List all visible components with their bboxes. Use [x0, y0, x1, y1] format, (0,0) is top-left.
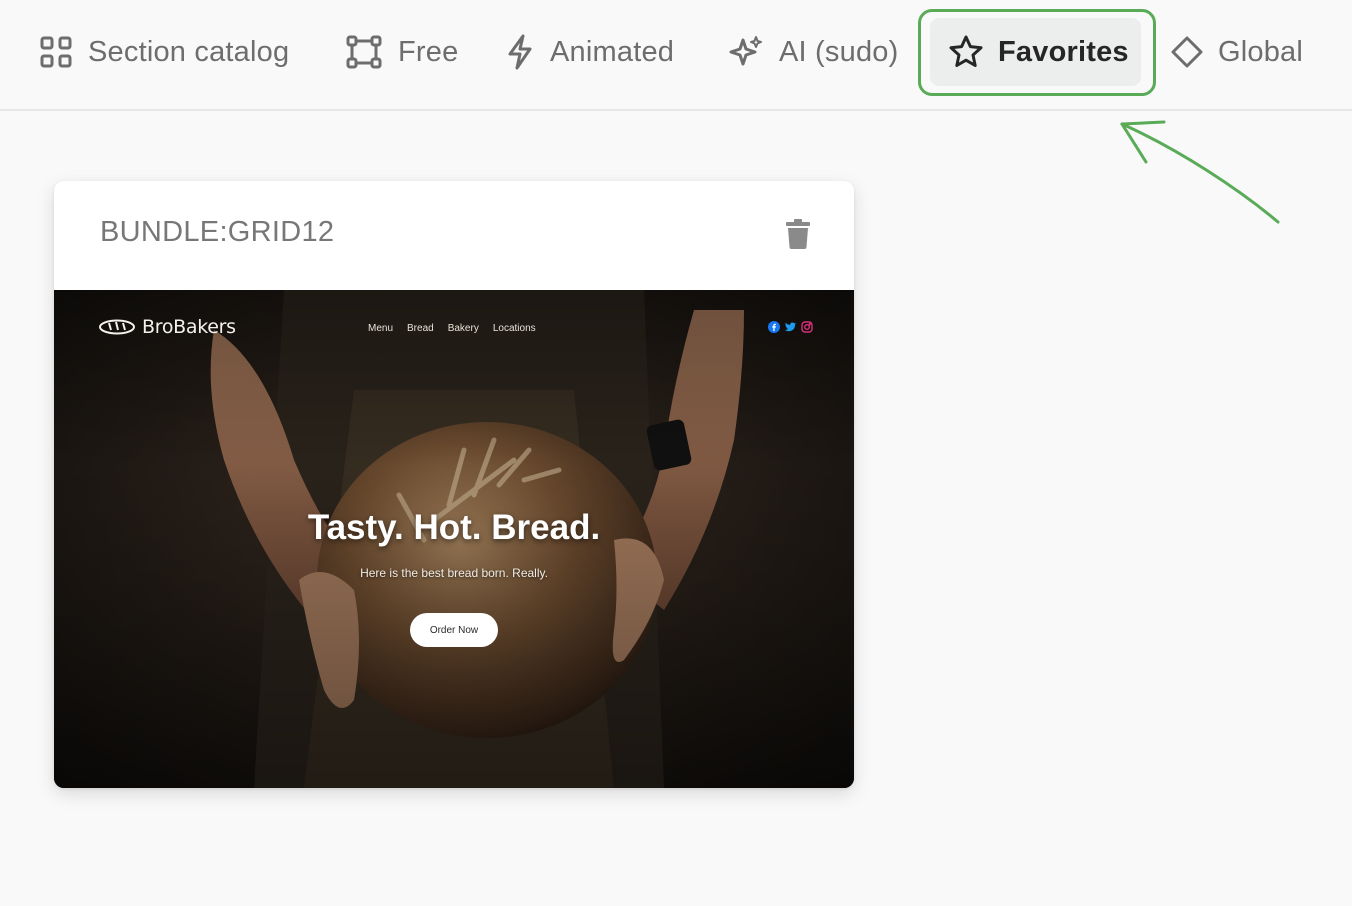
twitter-icon — [784, 322, 796, 332]
tab-section-catalog-label: Section catalog — [88, 35, 290, 68]
sparkle-icon — [729, 36, 762, 66]
tab-section-catalog[interactable]: Section catalog — [38, 18, 289, 86]
preview-nav-item: Bakery — [447, 323, 479, 334]
preview-nav-item: Bread — [407, 323, 434, 334]
star-icon — [949, 35, 983, 67]
tab-free[interactable]: Free — [344, 18, 458, 86]
preview-nav: Menu Bread Bakery Locations — [368, 323, 536, 334]
facebook-icon — [768, 321, 780, 333]
instagram-icon — [801, 321, 813, 333]
preview-nav-item: Locations — [492, 323, 536, 334]
baguette-logo-icon — [99, 319, 135, 335]
tab-favorites[interactable]: Favorites — [930, 18, 1141, 86]
grid-icon — [40, 36, 72, 68]
preview-social-icons — [768, 321, 813, 333]
tab-ai-sudo-label: AI (sudo) — [779, 35, 899, 68]
vector-frame-icon — [346, 35, 382, 69]
trash-icon — [786, 219, 810, 249]
preview-nav-item: Menu — [368, 323, 394, 334]
preview-order-button[interactable]: Order Now — [410, 613, 498, 647]
diamond-icon — [1171, 36, 1203, 68]
card-header: BUNDLE:GRID12 — [54, 181, 854, 290]
tab-ai-sudo[interactable]: AI (sudo) — [727, 18, 898, 86]
preview-subtitle: Here is the best bread born. Really. — [360, 566, 548, 580]
card-title: BUNDLE:GRID12 — [100, 216, 335, 248]
tab-free-label: Free — [398, 35, 459, 68]
preview-headline: Tasty. Hot. Bread. — [307, 508, 601, 547]
preview-logo-text: BroBakers — [142, 316, 236, 338]
tab-favorites-label: Favorites — [998, 35, 1129, 68]
tab-animated-label: Animated — [550, 35, 675, 68]
catalog-tab-bar: Section catalog Free Animated AI (sudo) … — [0, 0, 1352, 111]
tab-global[interactable]: Global — [1170, 18, 1303, 86]
tab-animated[interactable]: Animated — [504, 18, 674, 86]
tab-global-label: Global — [1218, 35, 1304, 68]
lightning-icon — [508, 34, 532, 70]
bundle-card[interactable]: BUNDLE:GRID12 BroBakers Menu Bread Baker… — [54, 181, 854, 788]
template-preview-image[interactable]: BroBakers Menu Bread Bakery Locations Ta… — [54, 290, 854, 788]
preview-logo: BroBakers — [98, 316, 236, 338]
delete-button[interactable] — [783, 217, 813, 251]
pointer-arrow-icon — [1120, 120, 1280, 224]
